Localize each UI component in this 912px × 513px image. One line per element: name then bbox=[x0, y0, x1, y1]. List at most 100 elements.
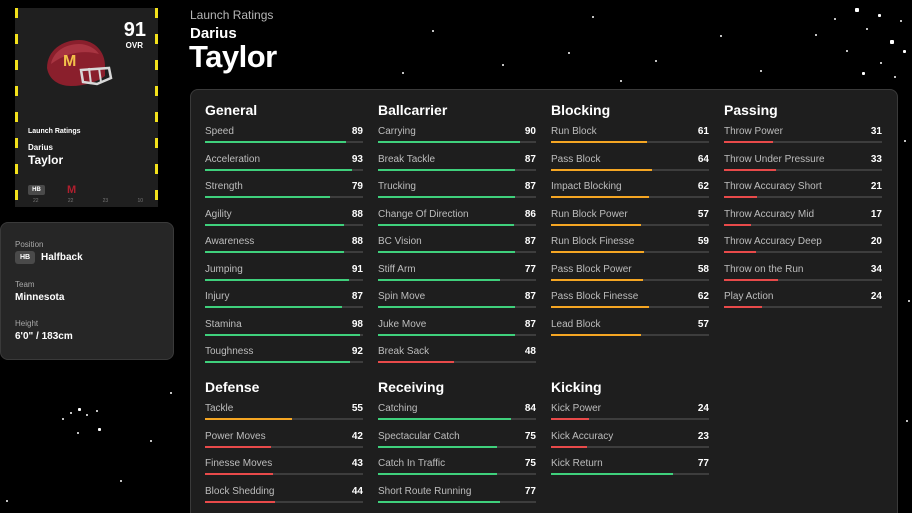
stat-name: Pass Block bbox=[551, 153, 601, 165]
stat-group-kicking: Kicking Kick Power 24 Kick Accuracy 23 Kick R… bbox=[551, 379, 709, 484]
stat-row[interactable]: Throw Under Pressure 33 bbox=[724, 152, 882, 180]
stat-row[interactable]: Throw Power 31 bbox=[724, 124, 882, 152]
stat-bar-track bbox=[724, 278, 882, 281]
stat-value: 92 bbox=[351, 346, 363, 357]
stat-bar-track bbox=[205, 333, 363, 336]
stat-row[interactable]: Awareness 88 bbox=[205, 234, 363, 262]
stat-row[interactable]: Short Route Running 77 bbox=[378, 484, 536, 512]
confetti-speck bbox=[862, 72, 865, 75]
stat-value: 90 bbox=[524, 126, 536, 137]
stat-name: Kick Return bbox=[551, 458, 603, 469]
position-badge: HB bbox=[15, 251, 35, 264]
stat-bar-fill bbox=[205, 445, 272, 448]
stat-value: 64 bbox=[697, 153, 709, 165]
stat-row[interactable]: Kick Return 77 bbox=[551, 456, 709, 484]
stat-row[interactable]: Throw Accuracy Deep 20 bbox=[724, 234, 882, 262]
stat-row[interactable]: Juke Move 87 bbox=[378, 317, 536, 345]
confetti-speck bbox=[620, 80, 622, 82]
stat-bar-fill bbox=[378, 168, 516, 171]
stat-group-title: Ballcarrier bbox=[378, 102, 448, 118]
stat-name: Change Of Direction bbox=[378, 208, 469, 220]
stat-row[interactable]: Kick Accuracy 23 bbox=[551, 429, 709, 457]
stat-row[interactable]: Trucking 87 bbox=[378, 179, 536, 207]
stat-bar-fill bbox=[205, 361, 351, 363]
confetti-speck bbox=[760, 70, 762, 72]
player-last-name: Taylor bbox=[189, 39, 277, 74]
stat-bar-fill bbox=[551, 333, 642, 336]
player-card[interactable]: 91 OVR M Launch Ratings Darius Taylor HB… bbox=[15, 8, 158, 207]
ratings-panel[interactable]: General Speed 89 Acceleration 93 Strength 79 Ag… bbox=[190, 89, 898, 513]
stat-row[interactable]: Break Sack 48 bbox=[378, 344, 536, 372]
stat-bar-track bbox=[378, 141, 536, 143]
stat-row[interactable]: Run Block 61 bbox=[551, 124, 709, 152]
stat-bar-fill bbox=[378, 278, 500, 281]
stat-row[interactable]: Block Shedding 44 bbox=[205, 484, 363, 512]
stat-row[interactable]: Kick Power 24 bbox=[551, 401, 709, 429]
stat-row[interactable]: Catching 84 bbox=[378, 401, 536, 429]
stat-row[interactable]: Tackle 55 bbox=[205, 401, 363, 429]
stat-bar-track bbox=[205, 500, 363, 503]
stat-bar-fill bbox=[724, 141, 773, 143]
stat-row[interactable]: Acceleration 93 bbox=[205, 152, 363, 180]
stat-row[interactable]: Carrying 90 bbox=[378, 124, 536, 152]
stat-row[interactable]: Pass Block 64 bbox=[551, 152, 709, 180]
stat-bar-track bbox=[724, 306, 882, 308]
stat-row[interactable]: Break Tackle 87 bbox=[378, 152, 536, 180]
confetti-speck bbox=[908, 300, 910, 302]
confetti-speck bbox=[878, 14, 881, 17]
stat-row[interactable]: Finesse Moves 43 bbox=[205, 456, 363, 484]
stat-row[interactable]: Throw on the Run 34 bbox=[724, 262, 882, 290]
stat-name: Throw Accuracy Short bbox=[724, 181, 822, 192]
confetti-speck bbox=[70, 412, 72, 414]
stat-bar-track bbox=[205, 251, 363, 253]
position-label: Position bbox=[15, 240, 44, 249]
stat-row[interactable]: Spin Move 87 bbox=[378, 289, 536, 317]
stat-row[interactable]: Agility 88 bbox=[205, 207, 363, 235]
stat-group-title: General bbox=[205, 102, 258, 118]
stat-row[interactable]: Impact Blocking 62 bbox=[551, 179, 709, 207]
stat-row[interactable]: Toughness 92 bbox=[205, 344, 363, 372]
stat-row[interactable]: Power Moves 42 bbox=[205, 429, 363, 457]
stat-row[interactable]: Run Block Finesse 59 bbox=[551, 234, 709, 262]
stat-row[interactable]: Jumping 91 bbox=[205, 262, 363, 290]
stat-bar-track bbox=[551, 278, 709, 281]
stat-bar-fill bbox=[378, 361, 454, 363]
stat-row[interactable]: Stiff Arm 77 bbox=[378, 262, 536, 290]
stat-row[interactable]: Catch In Traffic 75 bbox=[378, 456, 536, 484]
stat-bar-fill bbox=[378, 500, 500, 503]
stat-row[interactable]: Lead Block 57 bbox=[551, 317, 709, 345]
confetti-speck bbox=[150, 440, 152, 442]
stat-name: Short Route Running bbox=[378, 485, 472, 497]
stat-row[interactable]: Run Block Power 57 bbox=[551, 207, 709, 235]
height-value: 6'0" / 183cm bbox=[15, 331, 73, 342]
stat-row[interactable]: Change Of Direction 86 bbox=[378, 207, 536, 235]
stat-row[interactable]: Play Action 24 bbox=[724, 289, 882, 317]
confetti-speck bbox=[78, 408, 81, 411]
stat-bar-fill bbox=[378, 196, 516, 198]
stat-row[interactable]: Throw Accuracy Short 21 bbox=[724, 179, 882, 207]
stat-row[interactable]: Pass Block Power 58 bbox=[551, 262, 709, 290]
stat-row[interactable]: Stamina 98 bbox=[205, 317, 363, 345]
stat-row[interactable]: Speed 89 bbox=[205, 124, 363, 152]
confetti-speck bbox=[6, 500, 8, 502]
stat-row[interactable]: Injury 87 bbox=[205, 289, 363, 317]
stat-bar-track bbox=[724, 196, 882, 198]
confetti-speck bbox=[866, 28, 868, 30]
stat-bar-track bbox=[551, 418, 709, 420]
stat-group-title: Kicking bbox=[551, 379, 602, 395]
stat-row[interactable]: BC Vision 87 bbox=[378, 234, 536, 262]
stat-value: 87 bbox=[524, 318, 536, 330]
stat-value: 42 bbox=[351, 430, 363, 442]
stat-bar-fill bbox=[205, 473, 273, 475]
height-label: Height bbox=[15, 319, 39, 328]
stat-bar-track bbox=[551, 473, 709, 475]
stat-value: 20 bbox=[870, 236, 882, 247]
stat-bar-track bbox=[378, 445, 536, 448]
stat-row[interactable]: Spectacular Catch 75 bbox=[378, 429, 536, 457]
stat-row[interactable]: Strength 79 bbox=[205, 179, 363, 207]
stat-value: 59 bbox=[697, 236, 709, 247]
stat-row[interactable]: Throw Accuracy Mid 17 bbox=[724, 207, 882, 235]
stat-value: 87 bbox=[524, 181, 536, 192]
stat-row[interactable]: Pass Block Finesse 62 bbox=[551, 289, 709, 317]
card-bottom-value: 22 bbox=[67, 198, 74, 204]
